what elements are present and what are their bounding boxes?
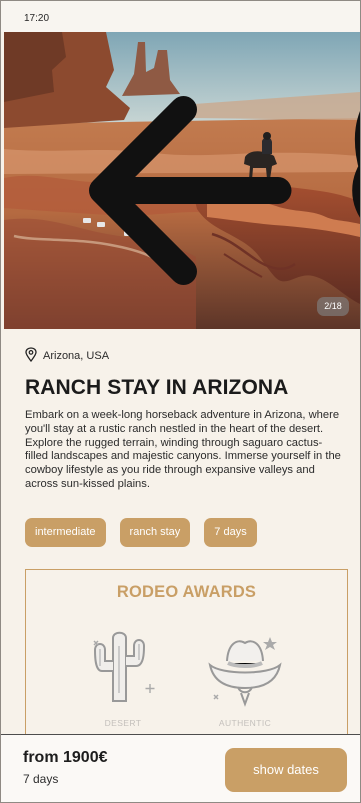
duration-label: 7 days (23, 772, 59, 786)
rodeo-awards-card: RODEO AWARDS DESERT AUTHENTIC (25, 569, 348, 734)
trip-description: Embark on a week-long horseback adventur… (25, 409, 341, 490)
tag-list: intermediate ranch stay 7 days (25, 518, 257, 547)
cactus-icon (93, 631, 155, 702)
image-counter: 2/18 (317, 297, 349, 316)
price-label: from 1900€ (23, 749, 108, 766)
tag-duration[interactable]: 7 days (204, 518, 257, 547)
award-authentic: AUTHENTIC (200, 626, 290, 728)
award-label-authentic: AUTHENTIC (218, 718, 272, 728)
location-pin-icon (25, 347, 37, 365)
booking-bar: from 1900€ 7 days show dates (1, 734, 360, 802)
tag-ranch-stay[interactable]: ranch stay (119, 518, 191, 547)
share-icon[interactable] (293, 42, 360, 218)
heart-icon[interactable] (324, 42, 360, 173)
location-row: Arizona, USA (25, 347, 109, 365)
arrow-left-icon[interactable] (19, 42, 292, 285)
show-dates-button[interactable]: show dates (225, 748, 347, 792)
page-title: RANCH STAY IN ARIZONA (25, 376, 289, 399)
award-desert: DESERT (78, 626, 168, 728)
status-bar: 17:20 (1, 1, 360, 32)
awards-title: RODEO AWARDS (116, 583, 257, 601)
trip-details: Arizona, USA RANCH STAY IN ARIZONA Embar… (1, 329, 360, 734)
location-text: Arizona, USA (43, 350, 110, 362)
award-label-desert: DESERT (104, 718, 142, 728)
tag-intermediate[interactable]: intermediate (25, 518, 106, 547)
hero-image[interactable]: 2/18 (4, 32, 360, 329)
status-time: 17:20 (24, 13, 50, 24)
hero-navigation (4, 32, 360, 285)
cowboy-hat-icon (208, 637, 282, 707)
